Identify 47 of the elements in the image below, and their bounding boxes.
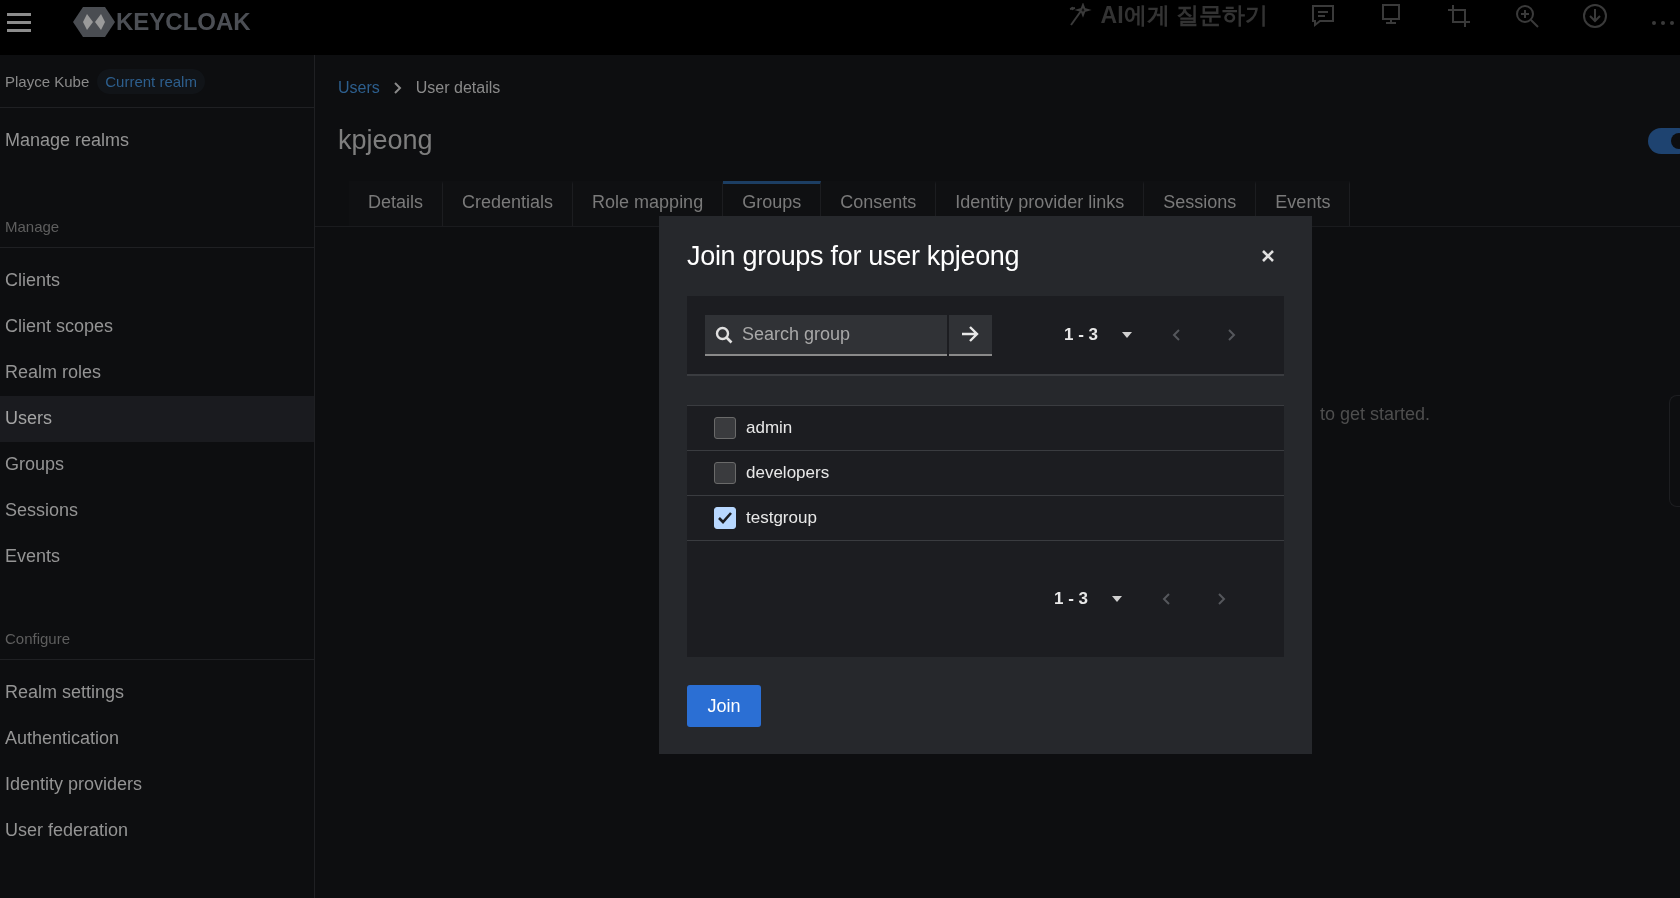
pagination-dropdown[interactable]: 1 - 3 [1053,589,1122,609]
search-icon [715,325,733,344]
chat-icon[interactable] [1310,2,1336,29]
section-heading: Configure [0,618,314,660]
table-row[interactable]: admin [687,406,1284,451]
toggle-switch[interactable] [1648,127,1680,154]
search-submit-button[interactable] [949,314,992,356]
crop-icon[interactable] [1446,2,1472,29]
nav-item[interactable]: Authentication [0,716,314,762]
caret-down-icon [1112,596,1122,602]
caret-down-icon [1122,332,1132,338]
nav-item[interactable]: Sessions [0,488,314,534]
menu-icon[interactable] [6,10,32,33]
chevron-right-icon [393,82,402,94]
nav-item[interactable]: Client scopes [0,304,314,350]
nav-item[interactable]: Manage realms [0,118,314,164]
checkbox[interactable] [714,417,736,439]
table-row[interactable]: developers [687,451,1284,496]
realm-badge: Current realm [97,68,205,94]
section-heading: Manage [0,206,314,248]
empty-state-text: to get started. [1320,404,1431,424]
page-title: kpjeong [338,125,433,156]
nav-item[interactable]: Identity providers [0,762,314,808]
download-icon[interactable] [1582,2,1608,29]
pagination-dropdown[interactable]: 1 - 3 [1063,325,1132,345]
nav-item[interactable]: Users [0,396,314,442]
realm-name: Playce Kube [5,72,90,90]
group-name: testgroup [746,508,817,528]
join-button[interactable]: Join [687,685,761,727]
nav-item[interactable]: Realm settings [0,670,314,716]
nav-item[interactable]: Groups [0,442,314,488]
nav-item[interactable]: Clients [0,258,314,304]
zoom-in-icon[interactable] [1514,2,1540,29]
search-field[interactable]: Search group [705,314,947,356]
group-name: developers [746,463,830,483]
group-name: admin [746,418,793,438]
nav-item[interactable]: Realm roles [0,350,314,396]
checkbox[interactable] [714,462,736,484]
checkmark-icon [717,511,733,525]
logo-text: KEYCLOAK [116,7,251,36]
dialog-title: Join groups for user kpjeong [687,240,1020,272]
breadcrumb-current: User details [415,79,501,97]
logo-icon [72,4,116,39]
arrow-right-icon [961,326,980,342]
nav-item[interactable]: User federation [0,808,314,854]
close-icon[interactable] [1261,249,1275,263]
nav-item[interactable]: Events [0,534,314,580]
